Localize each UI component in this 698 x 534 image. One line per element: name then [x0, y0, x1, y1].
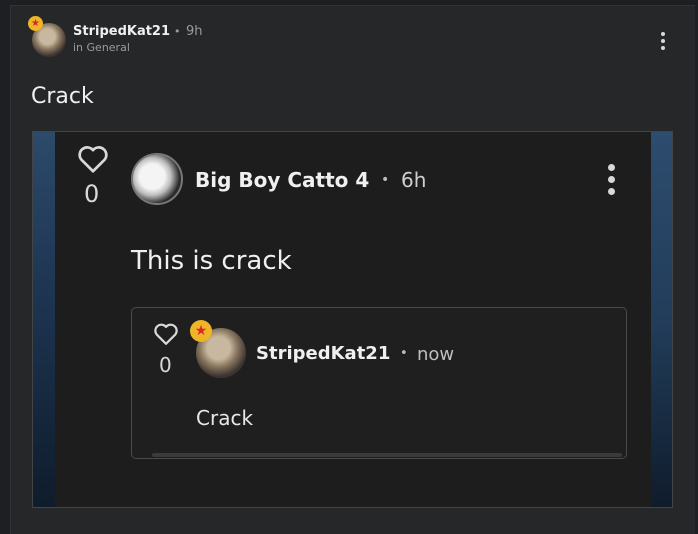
post-timestamp: 9h [186, 24, 203, 39]
commenter-name[interactable]: Big Boy Catto 4 [195, 168, 369, 192]
post-card: ★ StripedKat21 • 9h in General Crack 0 B… [10, 5, 695, 534]
post-more-menu-icon[interactable] [657, 32, 669, 52]
nested-reply[interactable]: 0 ★ StripedKat21 • now Crack [131, 307, 627, 459]
embed-background-right [651, 132, 672, 507]
post-title: Crack [31, 84, 94, 109]
comment-more-menu-icon[interactable] [604, 164, 618, 198]
reply-like-count: 0 [159, 353, 172, 377]
post-community[interactable]: in General [73, 41, 130, 54]
star-badge-icon: ★ [28, 16, 43, 31]
post-author-name[interactable]: StripedKat21 [73, 24, 170, 39]
reply-bottom-bar [152, 453, 622, 457]
commenter-avatar[interactable] [131, 153, 183, 205]
embed-background-left [33, 132, 55, 507]
reply-like-heart-icon[interactable] [152, 322, 180, 346]
reply-timestamp: now [417, 344, 455, 365]
reply-author-name[interactable]: StripedKat21 [256, 343, 390, 364]
reply-body: Crack [196, 406, 254, 430]
comment-body: This is crack [131, 246, 292, 276]
like-count: 0 [84, 180, 100, 208]
comment-timestamp: 6h [401, 168, 427, 192]
embedded-comment[interactable]: 0 Big Boy Catto 4 • 6h This is crack 0 ★… [32, 131, 673, 508]
like-heart-icon[interactable] [76, 144, 110, 174]
reply-meta-separator: • [400, 346, 408, 361]
post-meta-separator: • [174, 25, 181, 38]
reply-star-badge-icon: ★ [190, 320, 212, 342]
embed-content: 0 Big Boy Catto 4 • 6h This is crack 0 ★… [55, 132, 651, 507]
comment-meta-separator: • [381, 172, 390, 188]
